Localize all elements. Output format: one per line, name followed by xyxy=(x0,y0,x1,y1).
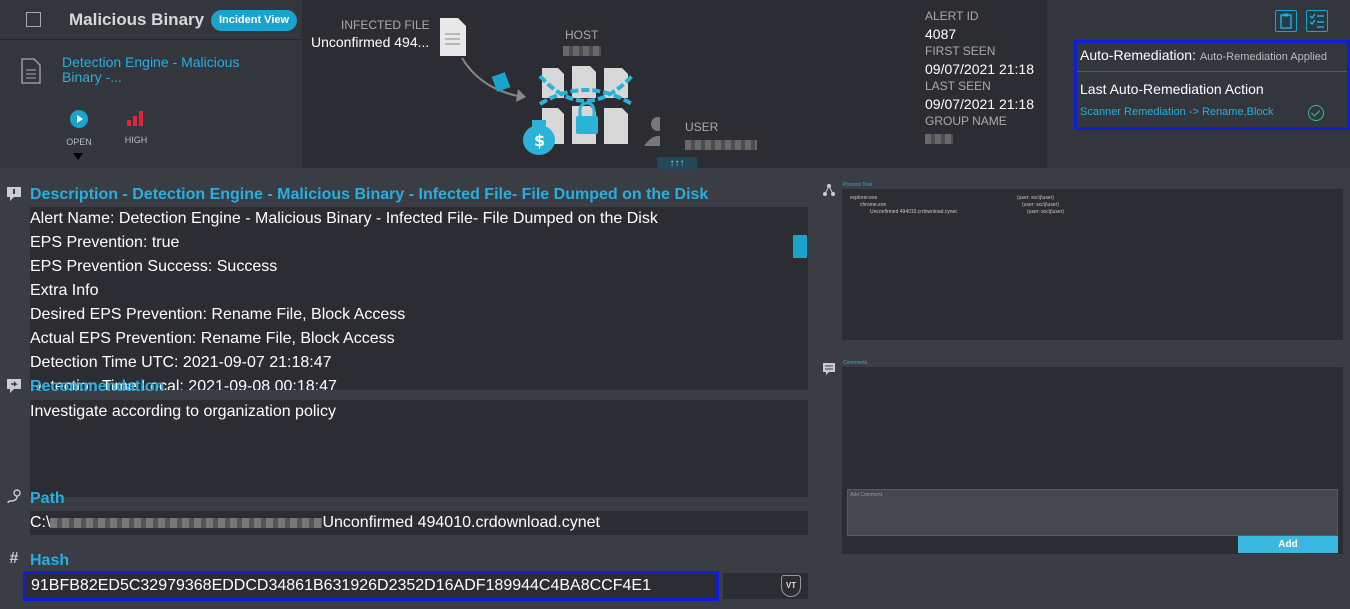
description-line: Detection Time UTC: 2021-09-07 21:18:47 xyxy=(30,354,332,371)
expand-button[interactable]: ↑↑↑ xyxy=(657,157,697,170)
description-box: Alert Name: Detection Engine - Malicious… xyxy=(30,207,808,390)
process-tree-icon xyxy=(823,184,835,196)
alert-title: Malicious Binary xyxy=(69,10,205,29)
path-filename: Unconfirmed 494010.crdownload.cynet xyxy=(322,514,600,531)
recommendation-icon xyxy=(7,379,21,393)
tree-row[interactable]: chrome.exe xyxy=(860,202,886,208)
add-comment-button[interactable]: Add xyxy=(1238,536,1338,553)
check-circle-icon xyxy=(1308,105,1324,121)
path-icon xyxy=(7,489,21,504)
hash-title: Hash xyxy=(30,552,70,569)
tree-row-user: (user: scc\j\user) xyxy=(1022,202,1059,208)
play-icon xyxy=(70,110,88,128)
last-action-value[interactable]: Scanner Remediation -> Rename,Block xyxy=(1080,106,1274,118)
infected-file-label: INFECTED FILE xyxy=(341,18,430,32)
last-seen-value: 09/07/2021 21:18 xyxy=(925,96,1034,112)
user-value-redacted xyxy=(685,140,757,150)
comments-title: Comments xyxy=(843,360,868,366)
detection-engine-title[interactable]: Detection Engine - Malicious Binary -... xyxy=(62,55,262,85)
alert-id-value: 4087 xyxy=(925,26,957,42)
alert-summary-panel: Malicious Binary Incident View Detection… xyxy=(0,0,302,168)
info-comment-icon xyxy=(7,187,21,201)
path-box: C:\ Unconfirmed 494010.crdownload.cynet xyxy=(30,511,808,535)
description-line: EPS Prevention: true xyxy=(30,234,180,251)
tree-process-name: Unconfirmed 494010.crdownload.cynet xyxy=(870,209,957,215)
path-redacted xyxy=(50,517,323,528)
path-title: Path xyxy=(30,490,65,507)
recommendation-title: Recommendation xyxy=(30,378,165,395)
alert-page: Malicious Binary Incident View Detection… xyxy=(0,0,1350,609)
alert-id-label: ALERT ID xyxy=(925,9,979,23)
last-action-label: Last Auto-Remediation Action xyxy=(1080,81,1264,97)
auto-remediation-label: Auto-Remediation: xyxy=(1080,47,1196,63)
user-label: USER xyxy=(685,120,719,134)
recommendation-text: Investigate according to organization po… xyxy=(30,403,336,420)
description-line: Extra Info xyxy=(30,282,99,299)
status-open-label: OPEN xyxy=(66,137,92,147)
severity-high: HIGH xyxy=(116,110,156,145)
auto-remediation-status: Auto-Remediation Applied xyxy=(1199,51,1328,63)
tree-row-user: (user: scc\j\user) xyxy=(1027,209,1064,215)
comments-icon xyxy=(823,363,835,375)
infection-illustration: $ xyxy=(440,18,660,155)
alert-details: ALERT ID 4087 FIRST SEEN 09/07/2021 21:1… xyxy=(925,8,1045,144)
description-scrollbar[interactable] xyxy=(793,235,807,258)
status-open[interactable]: OPEN xyxy=(59,110,99,147)
description-line: EPS Prevention Success: Success xyxy=(30,258,278,275)
auto-remediation-row: Auto-Remediation: Auto-Remediation Appli… xyxy=(1080,47,1327,63)
virustotal-box[interactable]: VT xyxy=(723,573,808,599)
recommendation-box: Investigate according to organization po… xyxy=(30,400,808,497)
hash-icon: # xyxy=(9,550,19,567)
tree-row[interactable]: Unconfirmed 494010.crdownload.cynet xyxy=(870,209,957,215)
auto-remediation-box: Auto-Remediation: Auto-Remediation Appli… xyxy=(1074,40,1350,130)
comment-input[interactable]: Add Comment xyxy=(847,489,1338,536)
incident-view-button[interactable]: Incident View xyxy=(211,10,297,31)
first-seen-value: 09/07/2021 21:18 xyxy=(925,61,1034,77)
severity-bars-icon xyxy=(127,111,143,126)
severity-label: HIGH xyxy=(124,135,148,145)
svg-text:$: $ xyxy=(534,131,545,150)
description-line: Actual EPS Prevention: Rename File, Bloc… xyxy=(30,330,395,347)
tree-row-user: (user: scc\j\user) xyxy=(1017,195,1054,201)
infected-file-value: Unconfirmed 494... xyxy=(311,34,430,50)
group-name-label: GROUP NAME xyxy=(925,114,1007,128)
clipboard-icon[interactable] xyxy=(1275,10,1297,32)
path-prefix: C:\ xyxy=(30,514,51,531)
alert-header: Malicious Binary Incident View Detection… xyxy=(0,0,1350,170)
process-tree-title: Process Tree xyxy=(843,182,873,188)
document-icon xyxy=(21,58,41,84)
virustotal-shield-icon[interactable]: VT xyxy=(781,575,801,597)
tree-process-name: explorer.exe xyxy=(850,195,878,201)
description-line: Alert Name: Detection Engine - Malicious… xyxy=(30,210,658,227)
group-name-redacted xyxy=(925,134,953,144)
hash-value: 91BFB82ED5C32979368EDDCD34861B631926D235… xyxy=(31,577,651,594)
description-title: Description - Detection Engine - Malicio… xyxy=(30,186,709,203)
divider xyxy=(1077,71,1347,72)
tree-row[interactable]: explorer.exe xyxy=(850,195,877,201)
select-checkbox[interactable] xyxy=(26,12,41,27)
title-row: Malicious Binary Incident View xyxy=(0,0,302,40)
hash-value-box[interactable]: 91BFB82ED5C32979368EDDCD34861B631926D235… xyxy=(23,571,719,601)
checklist-icon[interactable] xyxy=(1306,10,1328,32)
last-seen-label: LAST SEEN xyxy=(925,79,991,93)
dropdown-arrow-icon[interactable] xyxy=(73,153,83,160)
first-seen-label: FIRST SEEN xyxy=(925,44,996,58)
description-line: Desired EPS Prevention: Rename File, Blo… xyxy=(30,306,406,323)
process-tree-panel: explorer.exe (user: scc\j\user) chrome.e… xyxy=(842,189,1343,340)
tree-process-name: chrome.exe xyxy=(860,202,887,208)
